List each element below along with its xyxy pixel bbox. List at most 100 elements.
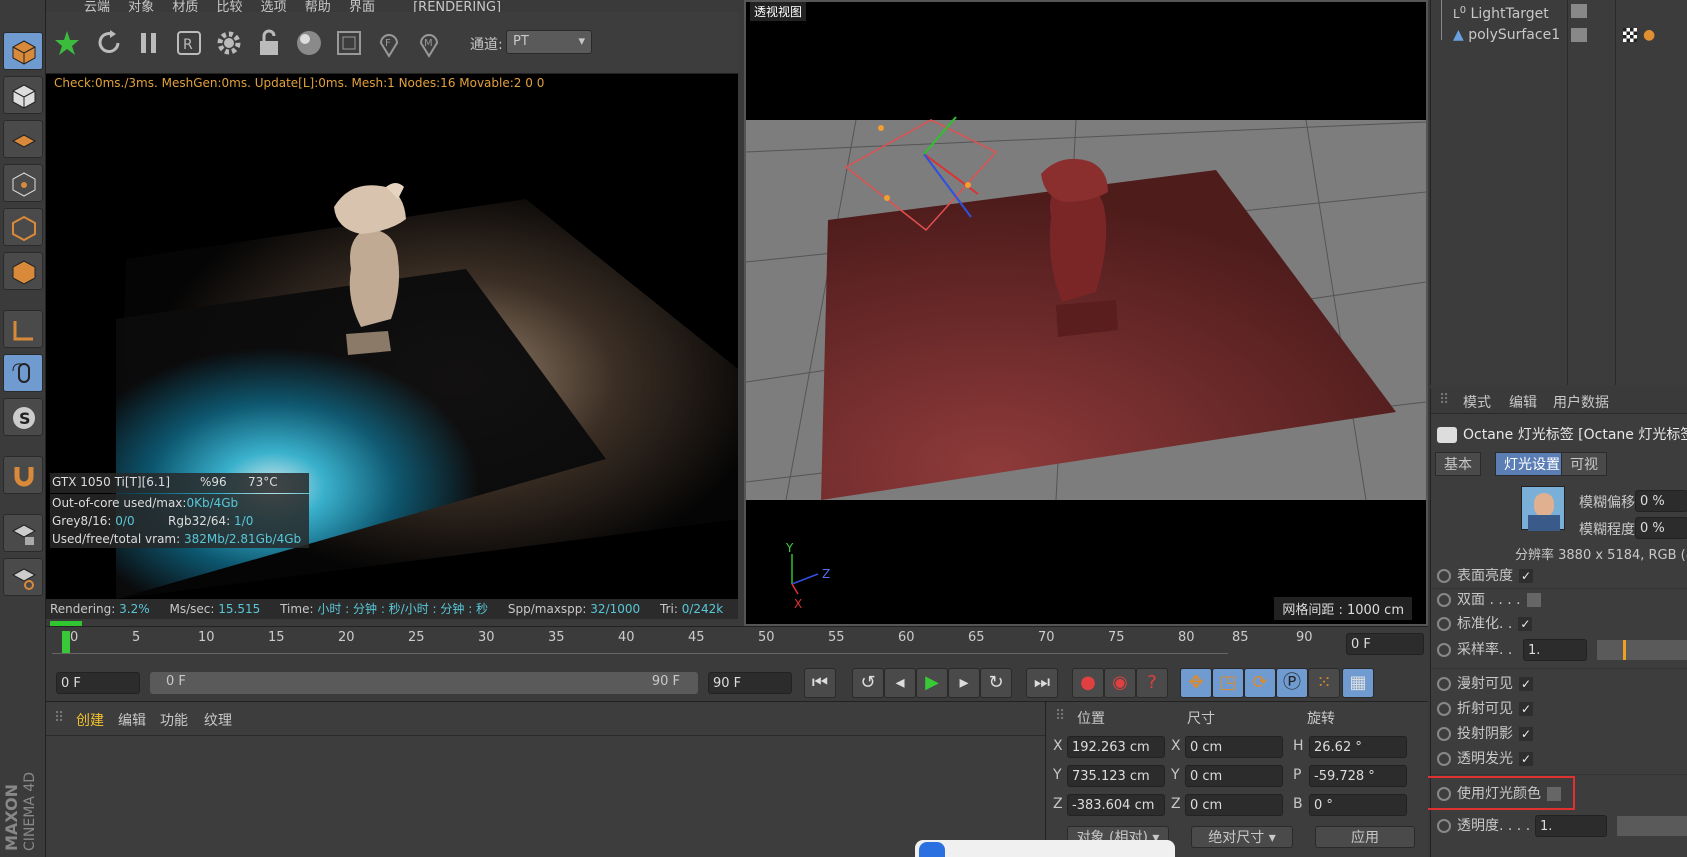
keyframe-selection-button[interactable]: ?	[1136, 668, 1168, 698]
prev-key-button[interactable]: ↺	[852, 668, 884, 698]
key-parameter-button[interactable]: Ⓟ	[1276, 668, 1308, 698]
keyframe-radio-icon[interactable]	[1437, 819, 1451, 833]
checkbox-checked[interactable]: ✓	[1518, 617, 1533, 631]
planar-workplane-button[interactable]	[3, 558, 43, 596]
blur-offset-field[interactable]: 0 %	[1635, 490, 1687, 512]
rotation-p-field[interactable]: -59.728 °	[1309, 765, 1407, 787]
menu-help[interactable]: 帮助	[305, 1, 331, 12]
size-x-field[interactable]: 0 cm	[1185, 736, 1283, 758]
tab-userdata[interactable]: 用户数据	[1553, 392, 1609, 412]
region-render-icon[interactable]: R	[174, 28, 204, 58]
material-ball-icon[interactable]	[294, 28, 324, 58]
restart-icon[interactable]	[94, 28, 124, 58]
prop-opacity[interactable]: 透明度. . . .	[1437, 815, 1530, 837]
key-position-button[interactable]: ✥	[1180, 668, 1212, 698]
prop-cast-shadows[interactable]: 投射阴影 ✓	[1437, 723, 1533, 745]
model-mode-button[interactable]	[3, 32, 43, 70]
ime-toolbar[interactable]	[915, 840, 1175, 857]
size-mode-select[interactable]: 绝对尺寸 ▾	[1191, 826, 1293, 848]
record-keys-button[interactable]: ●	[1072, 668, 1104, 698]
timeline[interactable]: 0 5 10 15 20 25 30 35 40 45 50 55 60 65 …	[46, 626, 1428, 664]
checkbox-unchecked[interactable]	[1526, 593, 1541, 607]
perspective-viewport[interactable]: Y Z X 透视视图 网格间距 : 1000 cm	[744, 0, 1428, 626]
frame-range-slider[interactable]: 0 F 90 F	[150, 672, 698, 694]
timeline-window-button[interactable]: ▦	[1342, 668, 1374, 698]
position-y-field[interactable]: 735.123 cm	[1067, 765, 1165, 787]
go-to-start-button[interactable]: ⏮	[804, 668, 836, 698]
checkbox-checked[interactable]: ✓	[1519, 702, 1533, 716]
axis-mode-button[interactable]	[3, 310, 43, 348]
texture-mode-button[interactable]	[3, 76, 43, 114]
menu-cloud[interactable]: 云端	[84, 1, 110, 12]
prop-diffuse-visible[interactable]: 漫射可见 ✓	[1437, 673, 1533, 695]
keyframe-radio-icon[interactable]	[1437, 569, 1451, 583]
keyframe-radio-icon[interactable]	[1437, 617, 1451, 631]
pick-material-icon[interactable]: M	[414, 28, 444, 58]
opacity-slider[interactable]	[1617, 816, 1687, 836]
menu-options[interactable]: 选项	[261, 1, 287, 12]
tweak-mode-button[interactable]	[3, 354, 43, 392]
sampling-rate-slider[interactable]	[1597, 640, 1687, 660]
tab-texture[interactable]: 纹理	[204, 710, 232, 730]
sampling-rate-field[interactable]: 1.	[1523, 639, 1587, 661]
apply-button[interactable]: 应用	[1315, 826, 1415, 848]
object-row-polysurface[interactable]: ▲ polySurface1	[1453, 24, 1560, 46]
rotation-h-field[interactable]: 26.62 °	[1309, 736, 1407, 758]
pick-focus-icon[interactable]: F	[374, 28, 404, 58]
prev-frame-button[interactable]: ◂	[884, 668, 916, 698]
menu-interface[interactable]: 界面	[349, 1, 375, 12]
checkbox-checked[interactable]: ✓	[1519, 569, 1533, 583]
prop-sampling-rate[interactable]: 采样率. .	[1437, 639, 1512, 661]
keyframe-radio-icon[interactable]	[1437, 727, 1451, 741]
octane-tag-icon[interactable]: ●	[1643, 28, 1657, 42]
tab-edit[interactable]: 编辑	[118, 710, 146, 730]
prop-normalize[interactable]: 标准化. . ✓	[1437, 613, 1533, 635]
key-scale-button[interactable]: ◳	[1212, 668, 1244, 698]
keyframe-radio-icon[interactable]	[1437, 677, 1451, 691]
keyframe-radio-icon[interactable]	[1437, 643, 1451, 657]
size-y-field[interactable]: 0 cm	[1185, 765, 1283, 787]
checkbox-checked[interactable]: ✓	[1519, 752, 1533, 766]
opacity-field[interactable]: 1.	[1535, 815, 1607, 837]
keyframe-radio-icon[interactable]	[1437, 593, 1451, 607]
menu-object[interactable]: 对象	[128, 1, 154, 12]
play-button[interactable]: ▶	[916, 668, 948, 698]
tab-function[interactable]: 功能	[160, 710, 188, 730]
prop-refraction-visible[interactable]: 折射可见 ✓	[1437, 698, 1533, 720]
tab-mode[interactable]: 模式	[1463, 392, 1491, 412]
size-z-field[interactable]: 0 cm	[1185, 794, 1283, 816]
octane-render-icon[interactable]	[52, 28, 82, 58]
checkbox-checked[interactable]: ✓	[1519, 727, 1533, 741]
prop-surface-brightness[interactable]: 表面亮度 ✓	[1437, 565, 1533, 587]
playhead[interactable]	[62, 631, 70, 653]
gear-icon[interactable]	[214, 28, 244, 58]
workplane-button[interactable]	[3, 120, 43, 158]
layer-toggle-icon[interactable]	[1571, 4, 1587, 18]
next-frame-button[interactable]: ▸	[948, 668, 980, 698]
material-tag-icon[interactable]	[1623, 28, 1637, 42]
key-rotation-button[interactable]: ⟳	[1244, 668, 1276, 698]
pause-icon[interactable]	[134, 28, 164, 58]
checkbox-checked[interactable]: ✓	[1519, 677, 1533, 691]
keyframe-radio-icon[interactable]	[1437, 752, 1451, 766]
lock-workplane-button[interactable]	[3, 514, 43, 552]
polygons-mode-button[interactable]	[3, 252, 43, 290]
object-row-lighttarget[interactable]: L0 LightTarget	[1453, 0, 1549, 22]
subtab-basic[interactable]: 基本	[1435, 452, 1481, 476]
menu-material[interactable]: 材质	[172, 1, 198, 12]
edges-mode-button[interactable]	[3, 208, 43, 246]
prop-double-sided[interactable]: 双面 . . . .	[1437, 589, 1541, 611]
texture-thumbnail[interactable]	[1521, 486, 1565, 531]
frame-icon[interactable]	[334, 28, 364, 58]
go-to-end-button[interactable]: ⏭	[1026, 668, 1058, 698]
layer-toggle-icon[interactable]	[1571, 28, 1587, 42]
next-key-button[interactable]: ↻	[980, 668, 1012, 698]
position-z-field[interactable]: -383.604 cm	[1067, 794, 1165, 816]
blur-degree-field[interactable]: 0 %	[1635, 517, 1687, 539]
snap-button[interactable]	[3, 456, 43, 494]
subtab-light-settings[interactable]: 灯光设置	[1495, 452, 1569, 476]
prop-transparent-emission[interactable]: 透明发光 ✓	[1437, 748, 1533, 770]
rotation-b-field[interactable]: 0 °	[1309, 794, 1407, 816]
points-mode-button[interactable]	[3, 164, 43, 202]
position-x-field[interactable]: 192.263 cm	[1067, 736, 1165, 758]
